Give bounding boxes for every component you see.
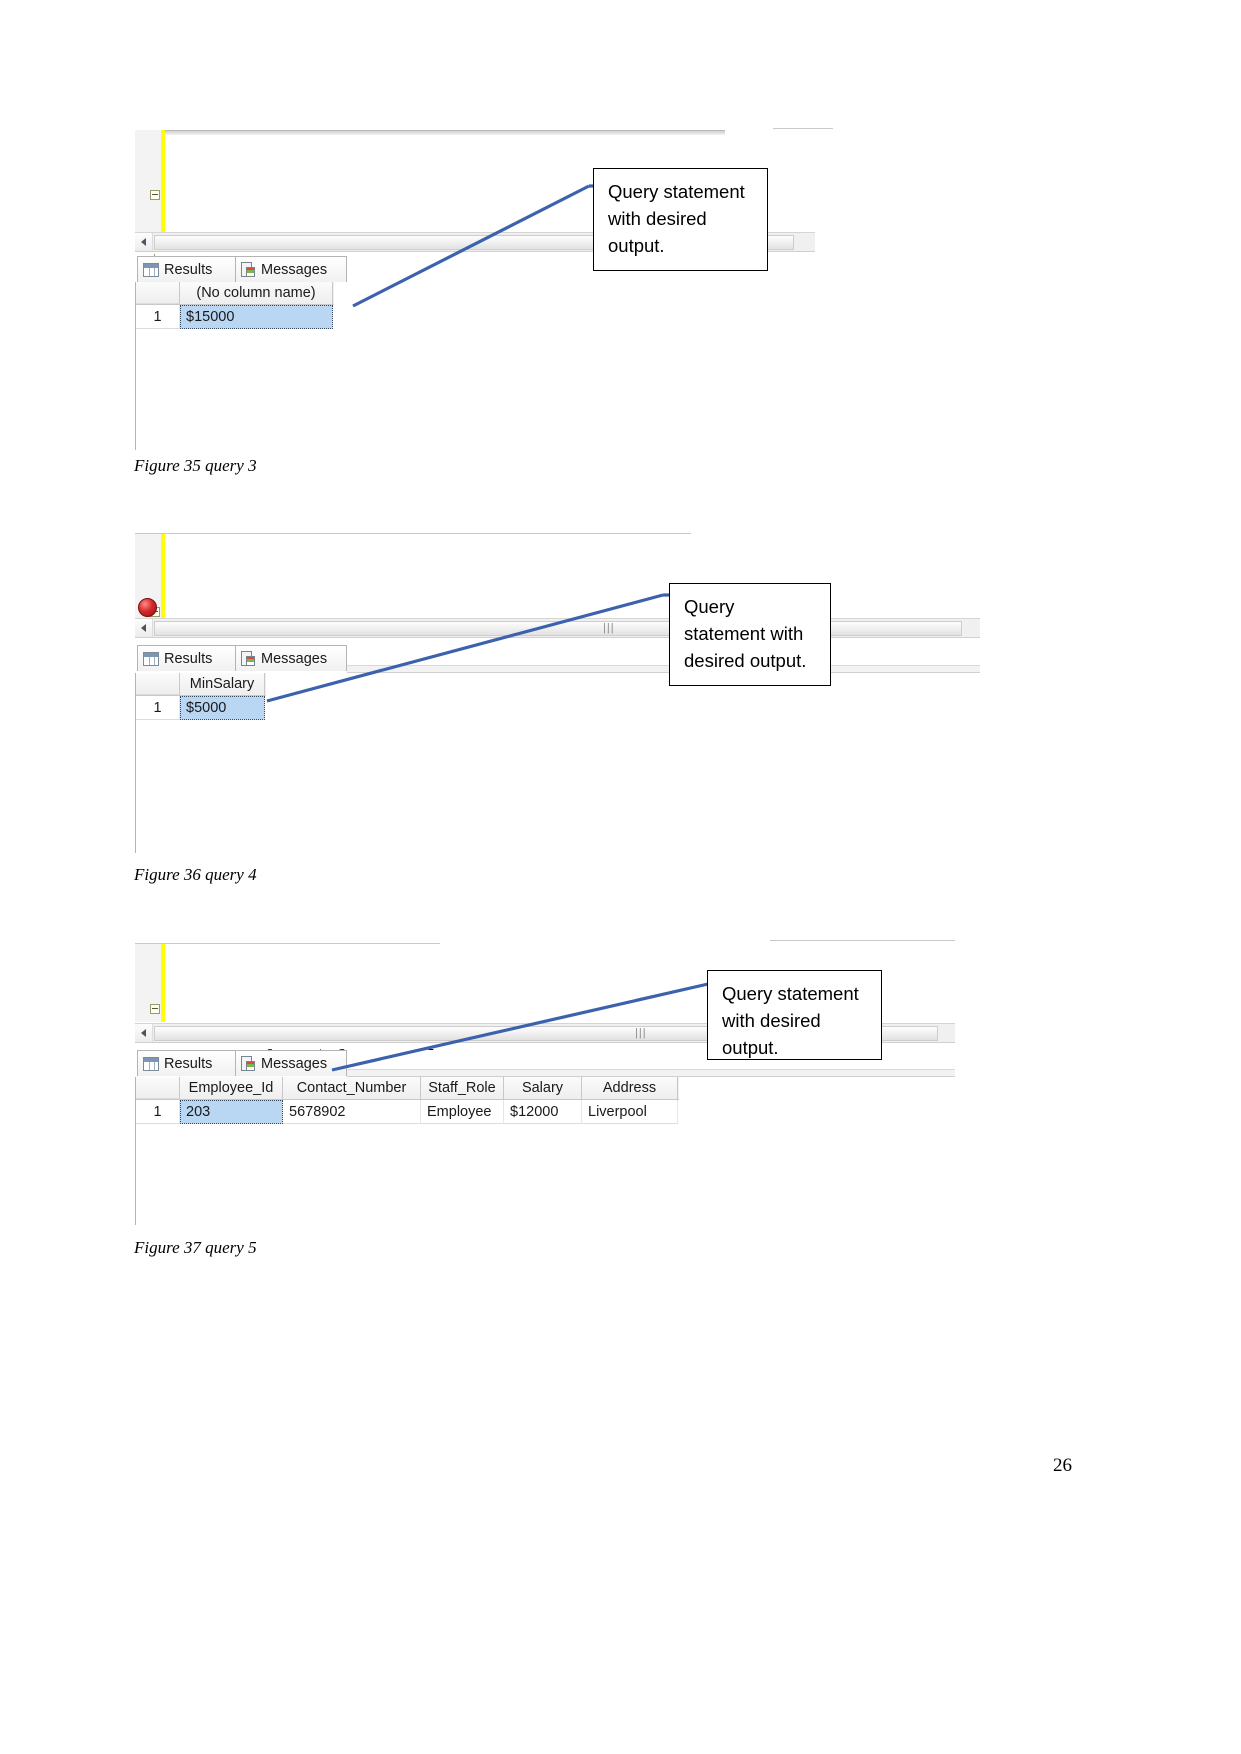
grid-header-row: (No column name): [136, 282, 334, 305]
figure-36-caption: Figure 36 query 4: [134, 865, 257, 884]
results-grid[interactable]: Employee_Id Contact_Number Staff_Role Sa…: [135, 1077, 955, 1225]
grid-column-header[interactable]: Staff_Role: [421, 1077, 504, 1099]
callout-box: Query statement with desired output.: [669, 583, 831, 686]
table-row[interactable]: 1 $15000: [136, 305, 334, 329]
grid-column-header[interactable]: Salary: [504, 1077, 582, 1099]
grid-cell-value[interactable]: 203: [180, 1100, 283, 1124]
editor-change-bar: [161, 944, 165, 1022]
figure-37-caption: Figure 37 query 5: [134, 1238, 257, 1257]
grid-column-header[interactable]: (No column name): [180, 282, 333, 304]
callout-leader-line: [331, 982, 720, 1072]
breakpoint-icon[interactable]: [138, 598, 157, 617]
tab-results[interactable]: Results: [137, 256, 237, 282]
tab-messages[interactable]: Messages: [235, 256, 347, 282]
collapse-icon[interactable]: [150, 190, 160, 200]
row-number: 1: [136, 1100, 180, 1124]
collapse-icon[interactable]: [150, 1004, 160, 1014]
grid-cell-value[interactable]: $15000: [180, 305, 333, 329]
grid-left-border: [135, 282, 136, 450]
messages-icon: [241, 261, 256, 278]
tab-messages-label: Messages: [261, 1055, 328, 1072]
grid-cell-value[interactable]: 5678902: [283, 1100, 421, 1124]
grid-cell-value[interactable]: $12000: [504, 1100, 582, 1124]
callout-leader-line: [352, 184, 601, 308]
callout-leader-line: [266, 593, 675, 703]
grid-column-header[interactable]: Address: [582, 1077, 678, 1099]
table-row[interactable]: 1 $5000: [136, 696, 266, 720]
grid-left-border: [135, 1077, 136, 1225]
tab-results[interactable]: Results: [137, 645, 237, 671]
results-grid-icon: [143, 651, 159, 666]
results-grid-icon: [143, 1056, 159, 1071]
grid-column-header[interactable]: Employee_Id: [180, 1077, 283, 1099]
grid-corner-cell: [136, 1077, 180, 1099]
callout-box: Query statement with desired output.: [707, 970, 882, 1060]
tab-messages-label: Messages: [261, 261, 328, 278]
grid-corner-cell: [136, 282, 180, 304]
figure-37-block: Select * from Staff WHERE Salary= $12000…: [135, 935, 955, 1225]
scroll-left-arrow[interactable]: [135, 233, 153, 251]
tab-results[interactable]: Results: [137, 1050, 237, 1076]
row-number: 1: [136, 696, 180, 720]
grid-column-header[interactable]: MinSalary: [180, 673, 265, 695]
editor-top-rule: [135, 130, 725, 135]
messages-icon: [241, 650, 256, 667]
chrome-rule: [770, 940, 955, 941]
grid-header-row: MinSalary: [136, 673, 266, 696]
grid-corner-cell: [136, 673, 180, 695]
tab-results-label: Results: [164, 1055, 213, 1072]
grid-column-header[interactable]: Contact_Number: [283, 1077, 421, 1099]
grid-left-border: [135, 673, 136, 853]
figure-35-block: SELECT MAX(Salary) FROM Staff Where Empl…: [135, 128, 833, 450]
figure-36-block: Select MIN (Salary)As MinSalary From Sta…: [135, 533, 980, 853]
grid-header-row: Employee_Id Contact_Number Staff_Role Sa…: [136, 1077, 679, 1100]
editor-change-bar: [161, 130, 165, 235]
chrome-rule: [773, 128, 833, 129]
messages-icon: [241, 1055, 256, 1072]
grid-cell-value[interactable]: Liverpool: [582, 1100, 678, 1124]
grid-cell-value[interactable]: $5000: [180, 696, 265, 720]
scroll-left-arrow[interactable]: [135, 619, 153, 637]
editor-change-bar: [161, 534, 165, 620]
tab-results-label: Results: [164, 650, 213, 667]
tab-results-label: Results: [164, 261, 213, 278]
figure-35-caption: Figure 35 query 3: [134, 456, 257, 475]
results-grid-icon: [143, 262, 159, 277]
page-number: 26: [1053, 1455, 1072, 1476]
row-number: 1: [136, 305, 180, 329]
callout-box: Query statement with desired output.: [593, 168, 768, 271]
scroll-left-arrow[interactable]: [135, 1024, 153, 1042]
table-row[interactable]: 1 203 5678902 Employee $12000 Liverpool: [136, 1100, 679, 1124]
editor-gutter: [135, 130, 161, 235]
grid-cell-value[interactable]: Employee: [421, 1100, 504, 1124]
